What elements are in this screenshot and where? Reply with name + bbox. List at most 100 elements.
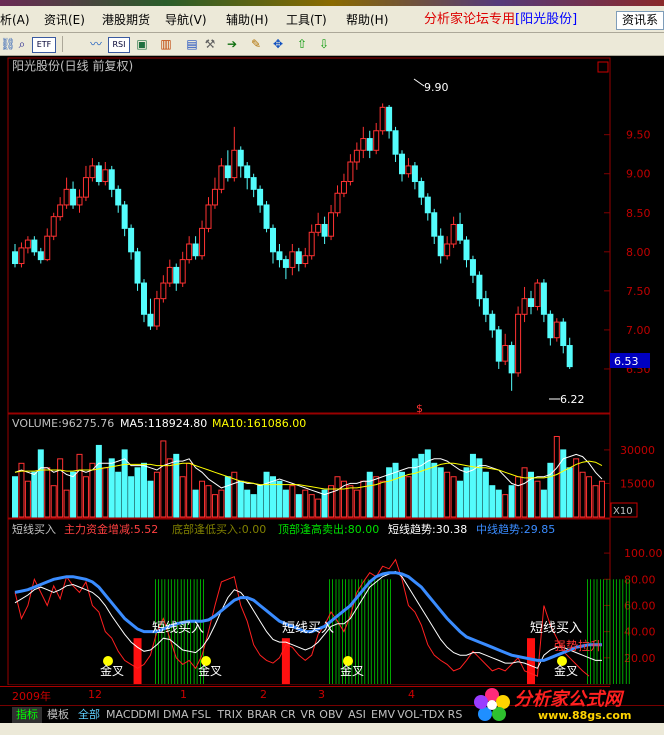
bar-chart-icon[interactable]: ▥ — [158, 36, 174, 52]
chart-svg[interactable]: 6.507.007.508.008.509.009.50 1500030000 … — [0, 56, 664, 686]
candle-body — [353, 149, 360, 163]
pencil-icon[interactable]: ✎ — [248, 36, 264, 52]
menu-navigation[interactable]: 导航(V) — [165, 11, 207, 29]
tab-template[interactable]: 模板 — [43, 707, 73, 723]
volume-bar — [57, 458, 64, 518]
tab-macd[interactable]: MACD — [106, 707, 139, 723]
candle-body — [95, 165, 102, 183]
indicator-line-1 — [14, 570, 602, 669]
volume-bar — [598, 480, 605, 518]
candle-body — [502, 345, 509, 362]
menu-tools[interactable]: 工具(T) — [286, 11, 327, 29]
high-marker: 9.90 — [413, 78, 449, 94]
volume-bar — [89, 462, 96, 518]
line-chart-icon[interactable]: 〰 — [88, 36, 104, 52]
tab-dmi[interactable]: DMI — [137, 707, 161, 723]
volume-bar — [63, 489, 70, 518]
indicator-axis-label: 80.00 — [624, 573, 656, 586]
tab-emv[interactable]: EMV — [371, 707, 395, 723]
tab-asi[interactable]: ASI — [345, 707, 369, 723]
search-icon[interactable]: ⌕ — [14, 36, 30, 52]
tab-cr[interactable]: CR — [279, 707, 297, 723]
tab-all[interactable]: 全部 — [74, 707, 104, 723]
stock-link[interactable]: [阳光股份] — [515, 12, 577, 27]
golden-cross-label: 金叉 — [340, 663, 364, 678]
date-label-mar: 3 — [318, 688, 325, 701]
candle-body — [289, 251, 296, 268]
candle-body — [70, 188, 77, 206]
candle-body — [276, 251, 283, 261]
volume-title: VOLUME:96275.76 — [12, 417, 114, 430]
price-axis-label: 8.00 — [626, 246, 651, 259]
panel-maximize-icon[interactable] — [597, 61, 609, 73]
volume-bar — [50, 485, 57, 518]
volume-bar — [489, 485, 496, 518]
candle-body — [121, 204, 128, 229]
indicator-field-0: 主力资金增减:5.52 — [64, 522, 158, 536]
tab-vr[interactable]: VR — [299, 707, 317, 723]
volume-bar — [95, 444, 102, 518]
tab-rs[interactable]: RS — [447, 707, 463, 723]
indicator-field-3: 短线趋势:30.38 — [388, 522, 467, 536]
bar-chart-2-icon[interactable]: ▤ — [184, 36, 200, 52]
current-price-label: 6.53 — [614, 355, 639, 368]
logo-url: www.88gs.com — [538, 709, 632, 722]
volume-bar — [540, 489, 547, 518]
candle-body — [57, 204, 64, 218]
tab-indicator[interactable]: 指标 — [12, 707, 42, 723]
menu-analysis[interactable]: 析(A) — [0, 11, 30, 29]
volume-bar — [211, 494, 218, 518]
menu-bar: 析(A) 资讯(E) 港股期货 导航(V) 辅助(H) 工具(T) 帮助(H) … — [0, 0, 664, 33]
candle-body — [553, 321, 560, 339]
arrow-up-icon[interactable]: ⇧ — [294, 36, 310, 52]
tools-icon[interactable]: ⚒ — [202, 36, 218, 52]
rsi-icon[interactable]: RSI — [108, 37, 130, 53]
tab-obv[interactable]: OBV — [319, 707, 343, 723]
price-axis-label: 7.00 — [626, 324, 651, 337]
chart-area[interactable]: 6.50 7.00 7.50 8.00 8.50 9.00 9.50 15000 30000 … — [0, 56, 664, 686]
candle-body — [63, 188, 70, 206]
volume-bar — [347, 485, 354, 518]
volume-bar — [469, 453, 476, 518]
volume-bar — [328, 485, 335, 518]
volume-bar — [431, 462, 438, 518]
tab-dma[interactable]: DMA — [163, 707, 189, 723]
menu-help[interactable]: 帮助(H) — [346, 11, 388, 29]
tab-trix[interactable]: TRIX — [215, 707, 245, 723]
price-axis-label: 8.50 — [626, 207, 651, 220]
menu-assist[interactable]: 辅助(H) — [226, 11, 268, 29]
candle-body — [308, 231, 315, 257]
move-icon[interactable]: ✥ — [270, 36, 286, 52]
volume-bar — [373, 476, 380, 518]
candle-body — [340, 181, 347, 194]
candle-body — [515, 313, 522, 374]
tab-brar[interactable]: BRAR — [247, 707, 277, 723]
candle-body — [392, 130, 399, 155]
etf-icon[interactable]: ETF — [32, 37, 56, 53]
arrow-down-icon[interactable]: ⇩ — [316, 36, 332, 52]
volume-bar — [521, 467, 528, 518]
buy-annotation-2: 短线买入 — [282, 621, 334, 636]
candle-body — [50, 216, 57, 237]
info-button[interactable]: 资讯系 — [616, 11, 664, 30]
image-icon[interactable]: ▣ — [134, 36, 150, 52]
candle-body — [153, 298, 160, 327]
candle-body — [540, 282, 547, 315]
tab-fsl[interactable]: FSL — [189, 707, 213, 723]
volume-bar — [160, 440, 167, 518]
volume-bar — [547, 462, 554, 518]
volume-ma10-title: MA10:161086.00 — [212, 417, 306, 430]
candle-body — [37, 251, 44, 261]
menu-hk-futures[interactable]: 港股期货 — [102, 11, 150, 29]
volume-bar — [399, 471, 405, 518]
toolbar-separator — [62, 36, 63, 52]
volume-bar — [353, 489, 360, 518]
volume-bar — [218, 489, 225, 518]
enter-icon[interactable]: ➔ — [224, 36, 240, 52]
tab-vol-tdx[interactable]: VOL-TDX — [397, 707, 445, 723]
promo-banner[interactable]: 分析家论坛专用[阳光股份] — [424, 10, 577, 30]
candle-body — [31, 239, 38, 253]
menu-news[interactable]: 资讯(E) — [44, 11, 85, 29]
candle-body — [115, 188, 122, 206]
high-price-label: 9.90 — [424, 81, 449, 94]
